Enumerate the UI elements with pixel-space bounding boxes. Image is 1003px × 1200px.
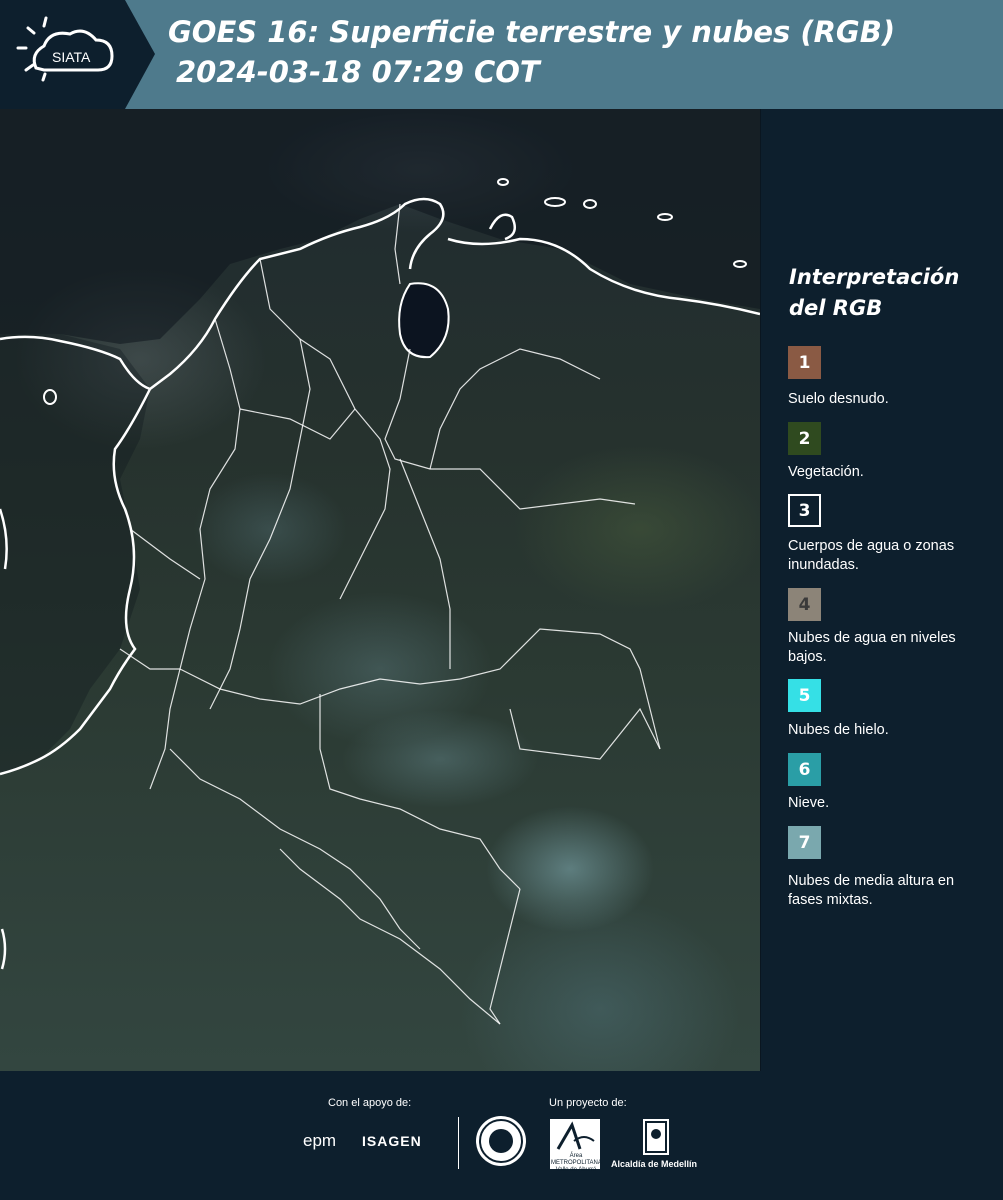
legend-swatch-ice-clouds: 5 (788, 679, 821, 712)
satellite-map (0, 109, 761, 1071)
legend-label-mid-clouds: Nubes de media altura en fases mixtas. (788, 873, 955, 908)
legend-swatch-water: 3 (788, 494, 821, 527)
legend-label-water: Cuerpos de agua o zonas inundadas. (788, 538, 955, 573)
legend-label-snow: Nieve. (788, 795, 830, 811)
footer-divider (458, 1117, 459, 1169)
legend-label-low-clouds: Nubes de agua en niveles bajos. (788, 630, 956, 665)
legend-label-ice-clouds: Nubes de hielo. (788, 722, 889, 738)
alcaldia-shield-icon (643, 1119, 669, 1155)
map-title: GOES 16: Superficie terrestre y nubes (R… (168, 15, 896, 49)
medellin-university-seal-icon (476, 1116, 526, 1166)
siata-logo: SIATA (0, 0, 155, 109)
legend-swatch-mid-clouds: 7 (788, 826, 821, 859)
legend-label-vegetation: Vegetación. (788, 464, 864, 480)
footer: Con el apoyo de: Un proyecto de: epm ISA… (0, 1071, 1003, 1200)
legend-swatch-low-clouds: 4 (788, 588, 821, 621)
legend-swatch-snow: 6 (788, 753, 821, 786)
area-metropolitana-text: Área METROPOLITANA Valle de Aburrá (551, 1153, 602, 1173)
legend-swatch-bare-soil: 1 (788, 346, 821, 379)
legend-swatch-vegetation: 2 (788, 422, 821, 455)
support-label: Con el apoyo de: (328, 1097, 412, 1109)
alcaldia-text: Alcaldía de Medellín (611, 1159, 698, 1169)
isagen-logo: ISAGEN (362, 1133, 422, 1149)
department-borders (119, 203, 661, 1025)
legend-label-bare-soil: Suelo desnudo. (788, 391, 889, 407)
lake-maracaibo (398, 282, 450, 359)
siata-logo-text: SIATA (52, 49, 91, 65)
header-bar: SIATA GOES 16: Superficie terrestre y nu… (0, 0, 1003, 109)
legend-title: Interpretación del RGB (789, 265, 960, 320)
epm-logo: epm (303, 1131, 337, 1150)
map-timestamp: 2024-03-18 07:29 COT (176, 55, 540, 89)
project-label: Un proyecto de: (549, 1097, 627, 1109)
